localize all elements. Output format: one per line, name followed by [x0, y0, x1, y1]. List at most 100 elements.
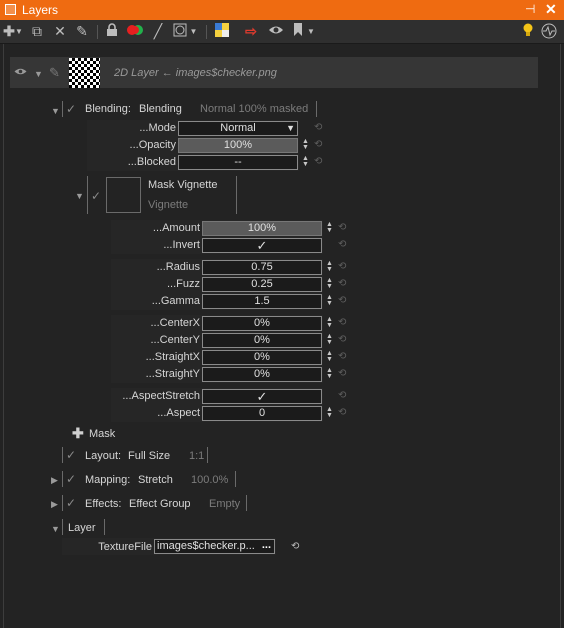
mask-check-icon[interactable]: ✓ — [91, 189, 101, 203]
blending-check-icon[interactable]: ✓ — [66, 102, 76, 116]
opacity-field[interactable]: 100% — [178, 138, 298, 153]
mapping-value[interactable]: Stretch — [138, 474, 173, 486]
mask-bracket-right — [236, 176, 237, 214]
blending-value[interactable]: Blending — [139, 103, 182, 115]
invert-checkbox[interactable]: ✓ — [202, 238, 322, 253]
arrow-icon[interactable]: ⇨ — [243, 23, 259, 40]
lightbulb-icon[interactable] — [521, 23, 535, 40]
reset-icon[interactable]: ⟲ — [338, 407, 346, 418]
mapping-check-icon[interactable]: ✓ — [66, 472, 76, 486]
centerx-field[interactable]: 0% — [202, 316, 322, 331]
mask-thumbnail — [106, 177, 141, 213]
effects-bracket-left — [62, 495, 63, 511]
reset-icon[interactable]: ⟲ — [338, 222, 346, 233]
reset-icon[interactable]: ⟲ — [314, 139, 322, 150]
reset-icon[interactable]: ⟲ — [314, 122, 322, 133]
reset-icon[interactable]: ⟲ — [338, 239, 346, 250]
aspectstretch-checkbox[interactable]: ✓ — [202, 389, 322, 404]
title-bar: Layers ⊣ ✕ — [0, 0, 564, 20]
blending-expand-icon[interactable]: ▼ — [51, 106, 60, 116]
mode-value: Normal — [220, 122, 256, 134]
reset-icon[interactable]: ⟲ — [338, 368, 346, 379]
browse-button[interactable]: ... — [262, 540, 271, 552]
visibility-eye-icon[interactable] — [14, 67, 27, 79]
blocked-field[interactable]: -- — [178, 155, 298, 170]
gamma-spinner-icon[interactable]: ▲ ▼ — [326, 294, 333, 307]
layer-section-expand-icon[interactable]: ▼ — [51, 524, 60, 534]
effects-value[interactable]: Effect Group — [129, 498, 191, 510]
fuzz-spinner-icon[interactable]: ▲ ▼ — [326, 277, 333, 290]
layout-label: Layout: — [85, 450, 122, 462]
add-icon[interactable]: ✚ — [2, 23, 16, 40]
toolbar: ✚ ▼ ⧉ ✕ ✎ ╱ ▼ ⇨ ▼ — [0, 20, 564, 44]
brush-icon[interactable]: ✎ — [74, 23, 90, 40]
centerx-spinner-icon[interactable]: ▲ ▼ — [326, 316, 333, 329]
opacity-label: ...Opacity — [129, 139, 176, 151]
straightx-label: ...StraightX — [145, 351, 200, 363]
add-dropdown-icon[interactable]: ▼ — [15, 23, 23, 40]
edit-brush-icon[interactable]: ✎ — [49, 65, 60, 81]
centery-label: ...CenterY — [150, 334, 200, 346]
opacity-spinner-icon[interactable]: ▲ ▼ — [302, 138, 309, 151]
add-mask-label[interactable]: Mask — [89, 428, 115, 440]
straighty-label: ...StraightY — [145, 368, 200, 380]
texturefile-label: TextureFile — [98, 541, 152, 553]
layout-summary: 1:1 — [189, 450, 205, 462]
reset-icon[interactable]: ⟲ — [338, 261, 346, 272]
aspect-field[interactable]: 0 — [202, 406, 322, 421]
straightx-field[interactable]: 0% — [202, 350, 322, 365]
reset-icon[interactable]: ⟲ — [338, 278, 346, 289]
fuzz-field[interactable]: 0.25 — [202, 277, 322, 292]
delete-icon[interactable]: ✕ — [52, 23, 68, 40]
shape-icon[interactable] — [172, 23, 188, 40]
mapping-expand-icon[interactable]: ▶ — [51, 475, 58, 486]
fuzz-label: ...Fuzz — [166, 278, 200, 290]
mask-expand-icon[interactable]: ▼ — [75, 191, 84, 201]
gamma-field[interactable]: 1.5 — [202, 294, 322, 309]
image-icon[interactable] — [214, 23, 230, 40]
centery-field[interactable]: 0% — [202, 333, 322, 348]
centery-spinner-icon[interactable]: ▲ ▼ — [326, 333, 333, 346]
reset-icon[interactable]: ⟲ — [314, 156, 322, 167]
amount-spinner-icon[interactable]: ▲ ▼ — [326, 221, 333, 234]
activity-icon[interactable] — [540, 23, 558, 40]
eye-icon[interactable] — [267, 23, 285, 40]
reset-icon[interactable]: ⟲ — [338, 351, 346, 362]
copy-icon[interactable]: ⧉ — [29, 23, 45, 40]
mask-subtitle[interactable]: Vignette — [148, 199, 188, 211]
layout-bracket-right — [207, 447, 208, 463]
shape-dropdown-icon[interactable]: ▼ — [189, 23, 198, 40]
layout-check-icon[interactable]: ✓ — [66, 448, 76, 462]
close-icon[interactable]: ✕ — [545, 1, 557, 18]
add-mask-icon[interactable]: ✚ — [72, 425, 84, 442]
reset-icon[interactable]: ⟲ — [338, 334, 346, 345]
blocked-spinner-icon[interactable]: ▲ ▼ — [302, 155, 309, 168]
mode-select[interactable]: Normal ▼ — [178, 121, 298, 136]
straightx-spinner-icon[interactable]: ▲ ▼ — [326, 350, 333, 363]
straighty-field[interactable]: 0% — [202, 367, 322, 382]
reset-icon[interactable]: ⟲ — [338, 390, 346, 401]
radius-field[interactable]: 0.75 — [202, 260, 322, 275]
layer-expand-icon[interactable]: ▼ — [34, 69, 43, 79]
reset-icon[interactable]: ⟲ — [338, 295, 346, 306]
pin-icon[interactable]: ⊣ — [525, 2, 535, 16]
color-icon[interactable] — [126, 23, 144, 40]
reset-icon[interactable]: ⟲ — [291, 541, 299, 552]
layer-section-bracket-left — [62, 519, 63, 535]
amount-field[interactable]: 100% — [202, 221, 322, 236]
texturefile-field[interactable]: images$checker.p... ... — [154, 539, 275, 554]
bookmark-dropdown-icon[interactable]: ▼ — [306, 23, 316, 40]
aspect-spinner-icon[interactable]: ▲ ▼ — [326, 406, 333, 419]
radius-spinner-icon[interactable]: ▲ ▼ — [326, 260, 333, 273]
effects-expand-icon[interactable]: ▶ — [51, 499, 58, 510]
blending-label: Blending: — [85, 103, 131, 115]
reset-icon[interactable]: ⟲ — [338, 317, 346, 328]
bookmark-icon[interactable] — [291, 23, 305, 40]
straighty-spinner-icon[interactable]: ▲ ▼ — [326, 367, 333, 380]
pen-icon[interactable]: ╱ — [150, 23, 166, 40]
mapping-bracket-left — [62, 471, 63, 487]
effects-check-icon[interactable]: ✓ — [66, 496, 76, 510]
layout-value[interactable]: Full Size — [128, 450, 170, 462]
effects-summary: Empty — [209, 498, 241, 510]
lock-icon[interactable] — [104, 23, 120, 40]
